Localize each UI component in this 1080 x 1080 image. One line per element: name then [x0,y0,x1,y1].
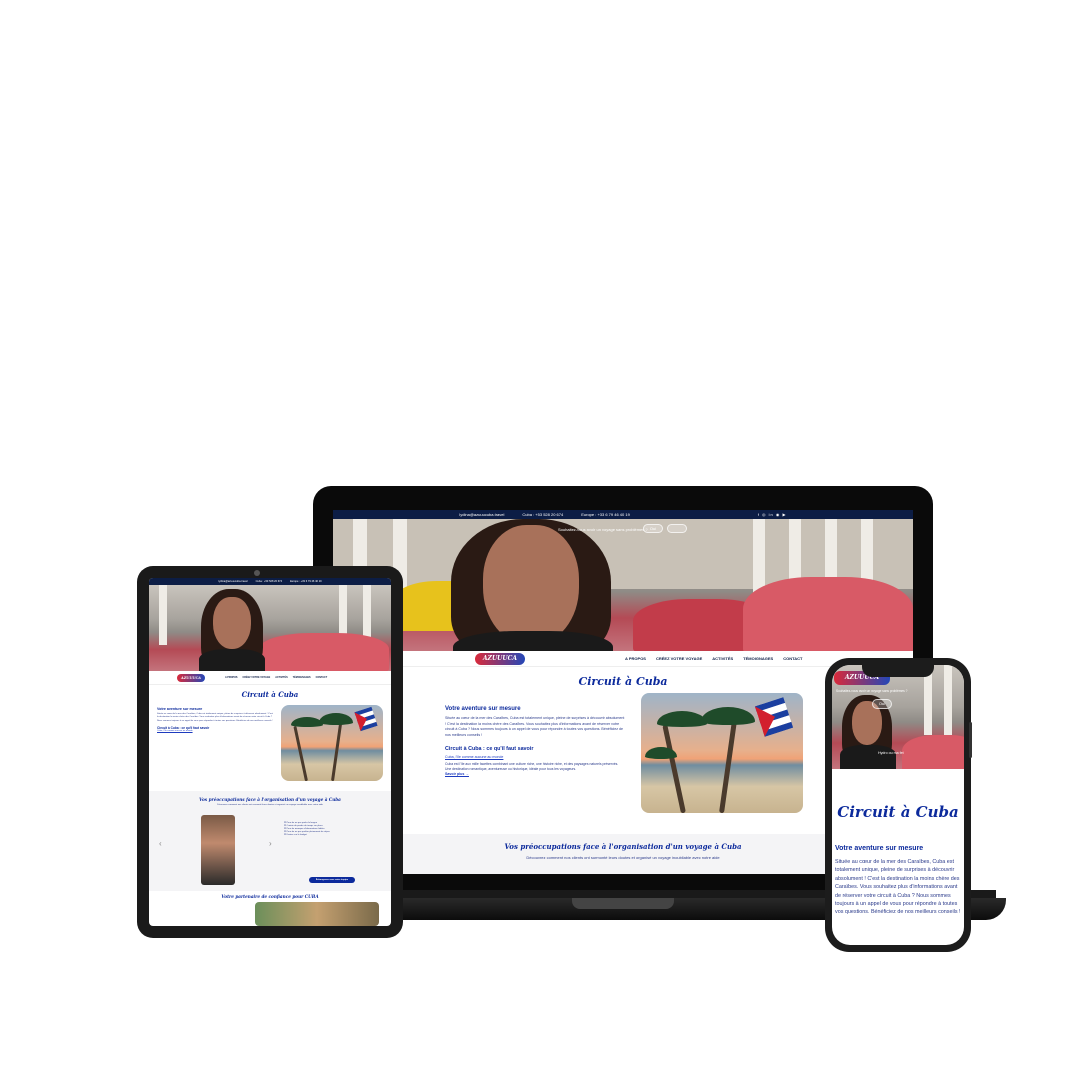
tablet-partner-heading: Votre partenaire de confiance pour CUBA [221,894,319,899]
read-more-link[interactable]: Savoir plus → [445,772,625,776]
tablet-checklist: ☒ Peur de ne pas parler la langue ☒ Crai… [284,821,384,836]
phone-promo-question: Souhaitez-vous avoir un voyage sans prob… [836,689,908,693]
know-text: Cuba est l'île aux mille facettes combin… [445,762,619,772]
tablet-nav-testimonials[interactable]: TÉMOIGNAGES [293,676,311,679]
tablet-screen: lydina@azuuucuba.travel Cuba : +53 528 2… [149,578,391,926]
tablet-know-link[interactable]: Cuba, l'île comme aucune au monde [157,730,273,732]
tablet-concerns: Vos préoccupations face à l'organisation… [149,791,391,891]
topbar: lydina@azuuucuba.travel Cuba : +53 528 2… [333,510,913,519]
adventure-heading: Votre aventure sur mesure [445,706,521,712]
adventure-text: Située au cœur de la mer des Caraïbes, C… [445,716,625,737]
check-item-5: ☒ Doutes sur le budget [284,834,307,836]
phone-side-button [969,722,972,758]
promo-no-button[interactable] [667,524,687,533]
tablet-cuba-flag [354,706,378,732]
nav-activities[interactable]: ACTIVITÉS [712,656,733,661]
device-mockup-stage: lydina@azuuucuba.travel Cuba : +53 528 2… [0,0,1080,1080]
tablet-logo[interactable]: AZUUUCA [177,673,205,682]
phone-adventure-heading: Votre aventure sur mesure [835,845,924,852]
main-navbar: AZUUUCA A PROPOS CRÉEZ VOTRE VOYAGE ACTI… [333,651,913,667]
promo-yes-button[interactable]: Oui [643,524,663,533]
cuba-flag [754,697,794,737]
site-logo[interactable]: AZUUUCA [475,652,525,665]
tablet-hero-video[interactable] [149,585,391,671]
nav-about[interactable]: A PROPOS [625,656,646,661]
tablet-nav-links: A PROPOS CRÉEZ VOTRE VOYAGE ACTIVITÉS TÉ… [225,676,327,679]
tablet-email[interactable]: lydina@azuuucuba.travel [218,580,247,583]
phone-adventure-text: Située au cœur de la mer des Caraïbes, C… [835,859,961,916]
cuba-beach-image [641,693,803,813]
tablet-cuba-phone[interactable]: Cuba : +53 528 20 674 [256,580,282,583]
phone-promo-yes[interactable]: Oui [872,699,892,709]
know-heading: Circuit à Cuba : ce qu'il faut savoir [445,746,534,753]
tablet-camera [254,570,260,576]
tablet-page-title: Circuit à Cuba [241,690,299,699]
tablet-cta-button[interactable]: Échangeons avec notre équipe [309,877,355,883]
promo-question: Souhaitez-vous avoir un voyage sans prob… [558,527,648,532]
tablet-intro: Votre aventure sur mesure Située au cœur… [149,699,391,791]
tablet-nav-create[interactable]: CRÉEZ VOTRE VOYAGE [243,676,271,679]
tablet-topbar: lydina@azuuucuba.travel Cuba : +53 528 2… [149,578,391,585]
cuba-phone-link[interactable]: Cuba : +53 528 20 674 [522,512,563,517]
tablet-beach-image [281,705,383,781]
tablet-concerns-heading: Vos préoccupations face à l'organisation… [199,797,341,802]
tablet-nav-activities[interactable]: ACTIVITÉS [275,676,288,679]
phone-video-caption: Hydro ou ma fet [878,751,904,755]
tablet-navbar: AZUUUCA A PROPOS CRÉEZ VOTRE VOYAGE ACTI… [149,671,391,685]
tablet-europe-phone[interactable]: Europe : +33 6 79 46 40 19 [290,580,322,583]
phone-hero-video[interactable]: AZUUUCA Souhaitez-vous avoir un voyage s… [832,665,964,769]
nav-testimonials[interactable]: TÉMOIGNAGES [743,656,773,661]
email-link[interactable]: lydina@azuuucuba.travel [459,512,504,517]
nav-create-trip[interactable]: CRÉEZ VOTRE VOYAGE [656,656,702,661]
nav-links: A PROPOS CRÉEZ VOTRE VOYAGE ACTIVITÉS TÉ… [625,656,802,661]
social-icons[interactable]: f ◎ in ◉ ▶ [758,512,787,517]
tablet-partner-image [255,902,379,926]
phone-notch [862,663,934,677]
tablet-adventure-heading: Votre aventure sur mesure [157,707,203,711]
carousel-next-icon[interactable]: › [269,839,272,848]
know-link[interactable]: Cuba, l'île comme aucune au monde [445,755,625,759]
tablet-nav-contact[interactable]: CONTACT [316,676,328,679]
carousel-prev-icon[interactable]: ‹ [159,839,162,848]
europe-phone-link[interactable]: Europe : +33 6 79 46 40 19 [581,512,630,517]
laptop-trackpad-notch [572,898,674,909]
testimonial-video[interactable] [201,815,235,885]
nav-contact[interactable]: CONTACT [783,656,802,661]
tablet-adventure-text: Située au cœur de la mer des Caraïbes, C… [157,713,273,722]
phone-page-title: Circuit à Cuba [837,803,959,821]
phone-screen: AZUUUCA Souhaitez-vous avoir un voyage s… [832,665,964,945]
tablet-concerns-sub: Découvrez comment nos clients ont surmon… [217,804,323,806]
tablet-nav-about[interactable]: A PROPOS [225,676,238,679]
hero-video[interactable]: Souhaitez-vous avoir un voyage sans prob… [333,519,913,651]
